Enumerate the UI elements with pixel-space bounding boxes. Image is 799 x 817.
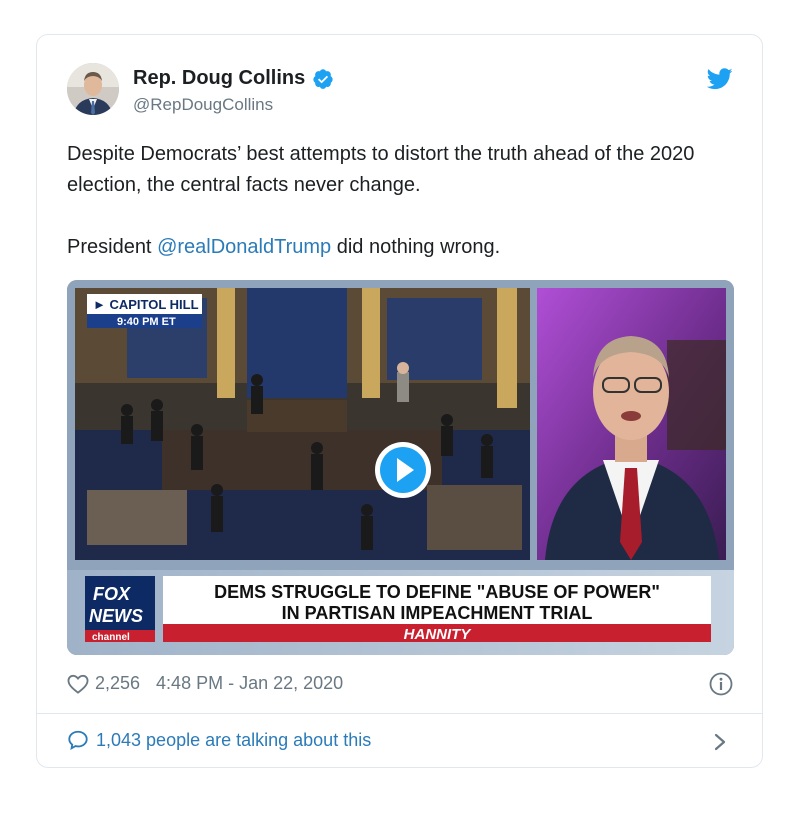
video-player[interactable]: ► CAPITOL HILL 9:40 PM ET FOX NEWS chann… [67, 280, 734, 655]
speech-bubble-icon [68, 730, 88, 751]
tweet-meta: 2,256 4:48 PM - Jan 22, 2020 [67, 673, 343, 694]
conversation-link[interactable]: 1,043 people are talking about this [67, 729, 371, 751]
heart-icon[interactable] [67, 674, 89, 694]
play-icon[interactable] [373, 440, 433, 500]
twitter-bird-icon[interactable] [707, 68, 733, 90]
chevron-right-icon[interactable] [713, 732, 727, 752]
author-handle[interactable]: @RepDougCollins [133, 95, 273, 115]
divider [37, 713, 762, 714]
fox-logo-line3: channel [92, 632, 130, 643]
info-icon[interactable] [709, 672, 733, 696]
tweet-text-line1: Despite Democrats’ best attempts to dist… [67, 143, 695, 196]
headline-line2: IN PARTISAN IMPEACHMENT TRIAL [282, 603, 593, 623]
author-name[interactable]: Rep. Doug Collins [133, 67, 334, 90]
fox-logo-line1: FOX [93, 584, 131, 604]
tweet-card[interactable]: Rep. Doug Collins @RepDougCollins Despit… [36, 34, 763, 768]
author-name-text[interactable]: Rep. Doug Collins [133, 67, 305, 90]
headline-line1: DEMS STRUGGLE TO DEFINE "ABUSE OF POWER" [214, 582, 660, 602]
location-tag: ► CAPITOL HILL [93, 297, 199, 312]
like-count[interactable]: 2,256 [95, 673, 140, 694]
fox-logo-line2: NEWS [89, 606, 143, 626]
avatar[interactable] [67, 63, 119, 115]
tweet-text-prefix: President [67, 236, 158, 258]
verified-badge-icon [313, 68, 333, 89]
time-tag: 9:40 PM ET [117, 316, 176, 328]
show-name: HANNITY [404, 626, 473, 643]
tweet-text-line2: President @realDonaldTrump did nothing w… [67, 232, 747, 263]
tweet-text-suffix: did nothing wrong. [331, 236, 501, 258]
conversation-text[interactable]: 1,043 people are talking about this [96, 730, 371, 751]
timestamp[interactable]: 4:48 PM - Jan 22, 2020 [156, 673, 343, 694]
mention-link[interactable]: @realDonaldTrump [157, 236, 331, 258]
tweet-text: Despite Democrats’ best attempts to dist… [67, 139, 747, 263]
